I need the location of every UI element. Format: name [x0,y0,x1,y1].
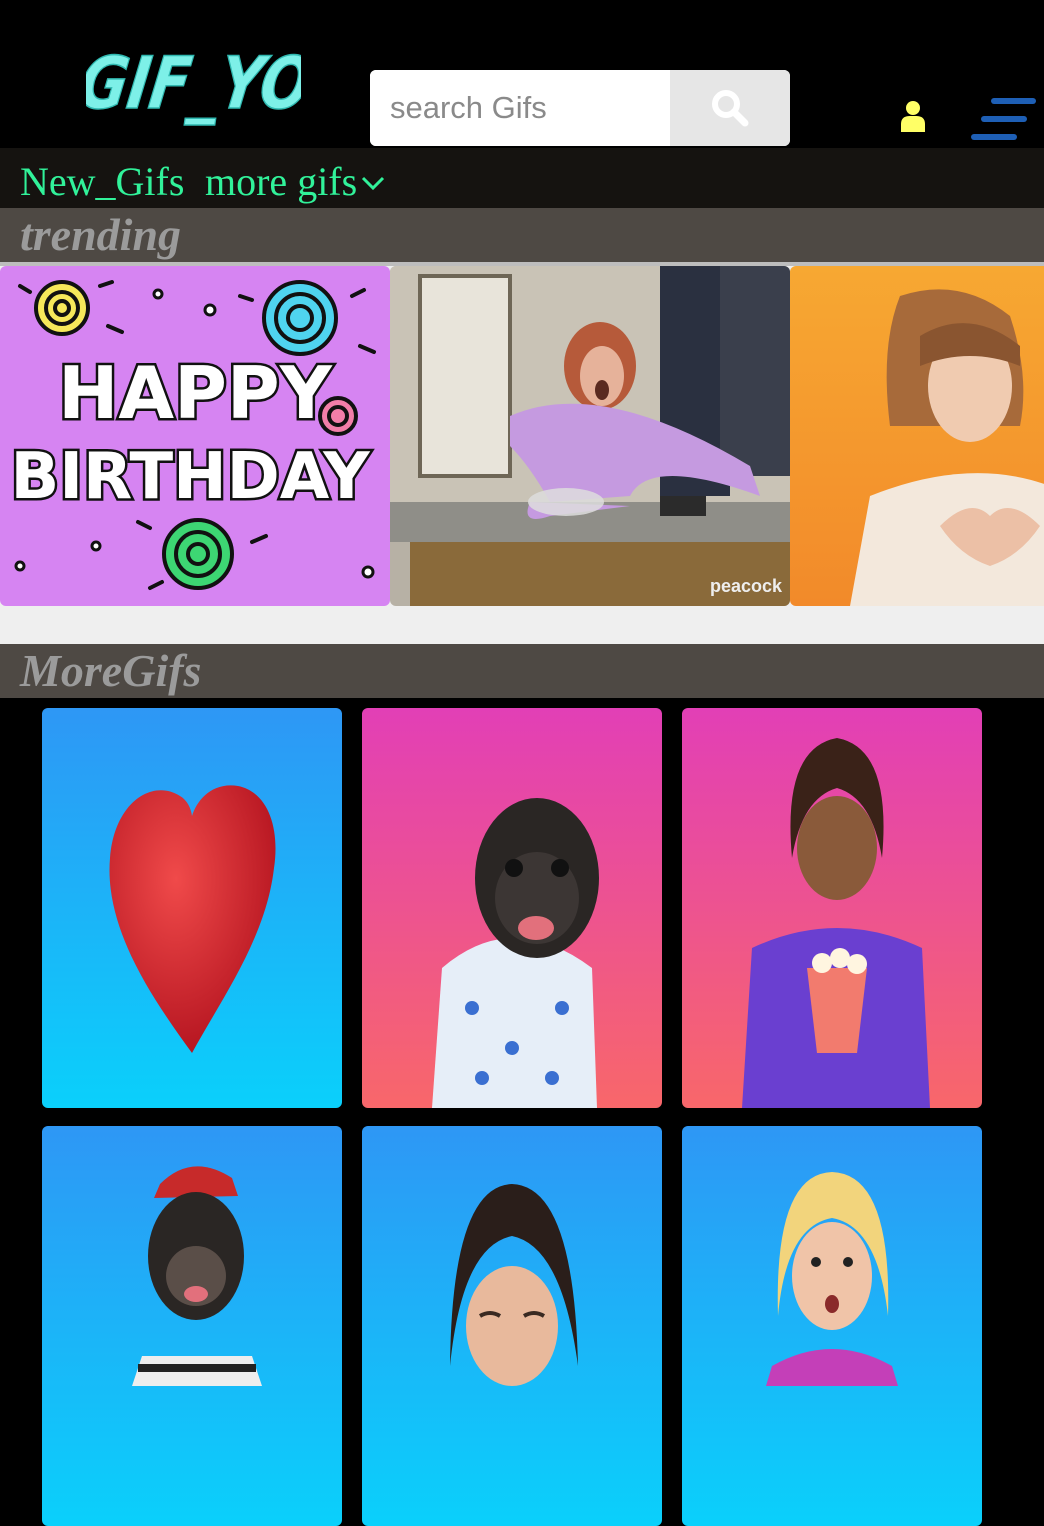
pug-shirt-gif-image [362,708,662,1108]
office-gif-image: peacock [390,266,790,606]
nav-new-gifs[interactable]: New_Gifs [20,160,184,204]
gif-card-pug-shirt[interactable] [362,708,662,1108]
top-nav: New_Gifs more gifs [0,148,1044,208]
gif-card-heart[interactable] [42,708,342,1108]
trending-header: trending [0,208,1044,262]
gif-card-surprised[interactable] [682,1126,982,1526]
search-button[interactable] [670,70,790,146]
nav-more-gifs[interactable]: more gifs [205,160,385,204]
menu-icon[interactable] [970,96,1036,142]
site-logo[interactable]: GIF_YOU [86,40,301,130]
gif-card-popcorn[interactable] [682,708,982,1108]
peacock-watermark: peacock [710,576,783,596]
heart-hands-gif-image [790,266,1044,606]
search-icon [712,90,749,127]
logo-text: GIF_YOU [86,42,301,126]
gif-card-pug-hat[interactable] [42,1126,342,1526]
site-header: GIF_YOU [0,0,1044,148]
trending-row: HAPPY BIRTHDAY peacock [0,266,1044,644]
popcorn-gif-image [682,708,982,1108]
heart-gif-image [42,708,342,1108]
trending-title: trending [20,209,182,260]
laughing-gif-image [362,1126,662,1526]
birthday-line1: HAPPY [58,351,333,435]
birthday-line2: BIRTHDAY [10,440,370,514]
pug-hat-gif-image [42,1126,342,1526]
birthday-gif-image: HAPPY BIRTHDAY [0,266,390,606]
trending-gif-birthday[interactable]: HAPPY BIRTHDAY [0,266,390,606]
user-icon[interactable] [898,100,928,132]
nav-more-gifs-label: more gifs [205,159,358,204]
trending-gif-office[interactable]: peacock [390,266,790,606]
search-bar [370,70,790,146]
search-input[interactable] [370,70,670,146]
more-gifs-header: MoreGifs [0,644,1044,698]
surprised-gif-image [682,1126,982,1526]
gif-card-laughing[interactable] [362,1126,662,1526]
chevron-down-icon [362,176,385,191]
more-gifs-title: MoreGifs [20,645,202,696]
trending-gif-heart-hands[interactable] [790,266,1044,606]
